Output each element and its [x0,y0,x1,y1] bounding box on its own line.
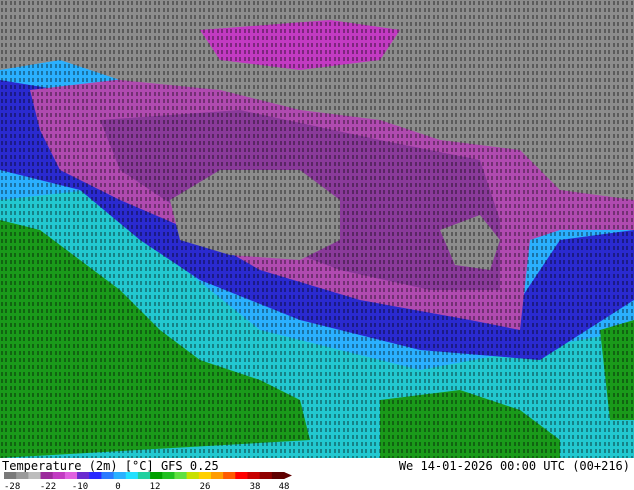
map-footer: Temperature (2m) [°C] GFS 0.25 We 14-01-… [0,458,634,490]
legend-tick-label: -22 [40,482,56,490]
legend-swatch [259,472,273,479]
legend-tick-label: -28 [4,482,20,490]
map-canvas [0,0,634,458]
legend-swatch [186,472,200,479]
forecast-datetime: We 14-01-2026 00:00 UTC (00+216) [398,459,630,473]
legend-tick-label: 48 [279,482,290,490]
legend-swatch [150,472,163,479]
legend-swatch [40,472,54,479]
legend-tick-label: 26 [200,482,211,490]
color-scale-legend: -28 -22 -10 0 12 26 38 48 [4,472,292,490]
legend-swatch [101,472,115,479]
legend-tick-label: 12 [150,482,161,490]
legend-swatch [64,472,78,479]
temperature-map[interactable] [0,0,634,458]
legend-swatch [223,472,236,479]
legend-swatch [4,472,17,479]
legend-swatch [198,472,212,479]
legend-tick-label: 0 [115,482,120,490]
legend-swatch [271,472,285,479]
legend-swatch [174,472,188,479]
legend-swatch [52,472,66,479]
legend-swatch [125,472,139,479]
legend-tick-label: 38 [250,482,261,490]
legend-swatch [28,472,42,479]
legend-swatch [113,472,127,479]
legend-swatch [235,472,248,479]
legend-arrow [284,472,292,479]
legend-swatch [162,472,175,479]
legend-swatch [137,472,151,479]
legend-swatch [77,472,90,479]
legend-swatch [210,472,224,479]
legend-tick-label: -10 [72,482,88,490]
map-title: Temperature (2m) [°C] GFS 0.25 [2,459,219,473]
legend-swatch [89,472,102,479]
value-grid-texture [0,0,634,458]
legend-swatch [16,472,29,479]
legend-swatch [247,472,261,479]
